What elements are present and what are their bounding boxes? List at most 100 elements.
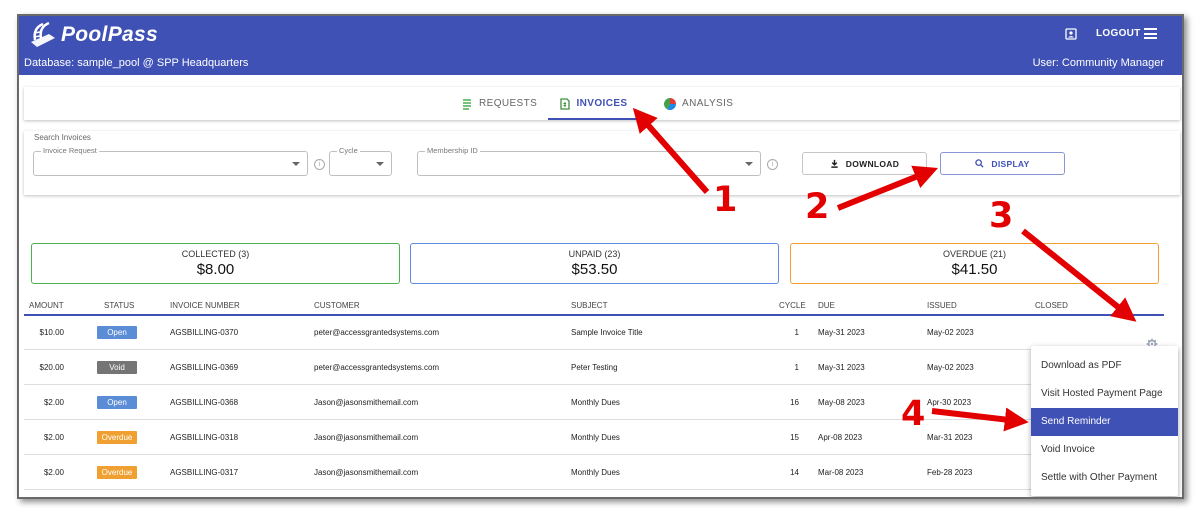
menu-item-hosted-payment-page[interactable]: Visit Hosted Payment Page [1031, 380, 1178, 408]
invoice-number-cell: AGSBILLING-0318 [170, 433, 239, 442]
column-subject[interactable]: SUBJECT [571, 301, 607, 310]
amount-cell: $2.00 [43, 468, 64, 477]
search-invoices-panel: Search Invoices Invoice Request i Cycle … [24, 131, 1180, 195]
status-badge: Void [97, 361, 137, 374]
cycle-cell: 1 [794, 328, 799, 337]
amount-cell: $2.00 [43, 398, 64, 407]
invoice-actions-menu: Download as PDF Visit Hosted Payment Pag… [1031, 346, 1178, 496]
tab-analysis[interactable]: ANALYSIS [664, 87, 733, 120]
overdue-value: $41.50 [951, 261, 998, 278]
brand-name: PoolPass [61, 23, 158, 46]
display-button-label: DISPLAY [991, 158, 1030, 169]
table-row[interactable]: $2.00 Overdue AGSBILLING-0317 Jason@jaso… [24, 455, 1164, 490]
membership-id-label: Membership ID [425, 146, 480, 155]
app-header: PoolPass Database: sample_pool @ SPP Hea… [19, 16, 1182, 75]
issued-cell: May-02 2023 [927, 363, 974, 372]
step-1-callout: 1 [713, 180, 738, 220]
invoice-number-cell: AGSBILLING-0368 [170, 398, 239, 407]
pie-chart-icon [664, 97, 676, 110]
cycle-label: Cycle [337, 146, 360, 155]
column-cycle[interactable]: CYCLE [779, 301, 806, 310]
search-icon [975, 159, 984, 168]
menu-item-download-pdf[interactable]: Download as PDF [1031, 352, 1178, 380]
active-tab-indicator [548, 118, 638, 120]
table-row[interactable]: $20.00 Void AGSBILLING-0369 peter@access… [24, 350, 1164, 385]
customer-cell: peter@accessgrantedsystems.com [314, 363, 440, 372]
due-cell: Mar-08 2023 [818, 468, 864, 477]
download-icon [831, 159, 838, 168]
tab-analysis-label: ANALYSIS [682, 98, 734, 109]
menu-item-settle-other-payment[interactable]: Settle with Other Payment [1031, 464, 1178, 492]
column-due[interactable]: DUE [818, 301, 835, 310]
subject-cell: Peter Testing [571, 363, 618, 372]
logout-button[interactable]: LOGOUT [1096, 28, 1141, 39]
cycle-cell: 15 [790, 433, 799, 442]
amount-cell: $2.00 [43, 433, 64, 442]
collected-label: COLLECTED (3) [181, 249, 250, 259]
user-info: User: Community Manager [1032, 57, 1164, 69]
due-cell: Apr-08 2023 [818, 433, 863, 442]
customer-cell: Jason@jasonsmithemail.com [314, 398, 419, 407]
customer-cell: Jason@jasonsmithemail.com [314, 433, 419, 442]
subject-cell: Monthly Dues [571, 398, 620, 407]
tab-invoices-label: INVOICES [576, 98, 628, 109]
table-row[interactable]: $2.00 Open AGSBILLING-0368 Jason@jasonsm… [24, 385, 1164, 420]
pool-ladder-logo-icon [31, 21, 55, 47]
table-row[interactable]: $10.00 Open AGSBILLING-0370 peter@access… [24, 315, 1164, 350]
search-panel-title: Search Invoices [34, 133, 91, 142]
unpaid-value: $53.50 [571, 261, 618, 278]
step-2-callout: 2 [805, 187, 830, 227]
cycle-select[interactable]: Cycle [329, 146, 392, 176]
subject-cell: Monthly Dues [571, 433, 620, 442]
step-4-callout: 4 [901, 394, 926, 434]
status-badge: Open [97, 396, 137, 409]
issued-cell: Feb-28 2023 [927, 468, 973, 477]
amount-cell: $10.00 [39, 328, 64, 337]
status-badge: Overdue [97, 431, 137, 444]
download-button[interactable]: DOWNLOAD [802, 152, 927, 175]
column-status[interactable]: STATUS [104, 301, 134, 310]
chevron-down-icon [745, 162, 753, 166]
menu-item-void-invoice[interactable]: Void Invoice [1031, 436, 1178, 464]
customer-cell: peter@accessgrantedsystems.com [314, 328, 440, 337]
download-button-label: DOWNLOAD [845, 158, 900, 169]
list-icon [463, 98, 471, 110]
info-icon[interactable]: i [314, 159, 325, 170]
invoice-request-label: Invoice Request [41, 146, 99, 155]
overdue-summary: OVERDUE (21) $41.50 [790, 243, 1159, 284]
column-closed[interactable]: CLOSED [1035, 301, 1068, 310]
due-cell: May-08 2023 [818, 398, 865, 407]
membership-id-select[interactable]: Membership ID [417, 146, 761, 176]
column-issued[interactable]: ISSUED [927, 301, 957, 310]
column-invoice-number[interactable]: INVOICE NUMBER [170, 301, 240, 310]
status-badge: Open [97, 326, 137, 339]
account-card-icon[interactable] [1065, 28, 1077, 40]
menu-item-send-reminder[interactable]: Send Reminder [1031, 408, 1178, 436]
info-icon[interactable]: i [767, 159, 778, 170]
table-header: AMOUNT STATUS INVOICE NUMBER CUSTOMER SU… [24, 299, 1164, 316]
due-cell: May-31 2023 [818, 363, 865, 372]
cycle-cell: 14 [790, 468, 799, 477]
chevron-down-icon [376, 162, 384, 166]
invoice-request-select[interactable]: Invoice Request [33, 146, 308, 176]
unpaid-label: UNPAID (23) [568, 249, 621, 259]
customer-cell: Jason@jasonsmithemail.com [314, 468, 419, 477]
collected-summary: COLLECTED (3) $8.00 [31, 243, 400, 284]
issued-cell: Mar-31 2023 [927, 433, 973, 442]
column-customer[interactable]: CUSTOMER [314, 301, 360, 310]
cycle-cell: 16 [790, 398, 799, 407]
column-amount[interactable]: AMOUNT [29, 301, 64, 310]
table-row[interactable]: $2.00 Overdue AGSBILLING-0318 Jason@jaso… [24, 420, 1164, 455]
subject-cell: Monthly Dues [571, 468, 620, 477]
status-badge: Overdue [97, 466, 137, 479]
unpaid-summary: UNPAID (23) $53.50 [410, 243, 779, 284]
display-button[interactable]: DISPLAY [940, 152, 1065, 175]
invoice-number-cell: AGSBILLING-0370 [170, 328, 239, 337]
collected-value: $8.00 [196, 261, 235, 278]
hamburger-menu-icon[interactable] [1144, 28, 1157, 39]
invoice-number-cell: AGSBILLING-0369 [170, 363, 239, 372]
cycle-cell: 1 [794, 363, 799, 372]
tab-invoices[interactable]: INVOICES [548, 87, 638, 120]
tab-requests[interactable]: REQUESTS [461, 87, 537, 120]
invoice-doc-icon [559, 97, 570, 110]
